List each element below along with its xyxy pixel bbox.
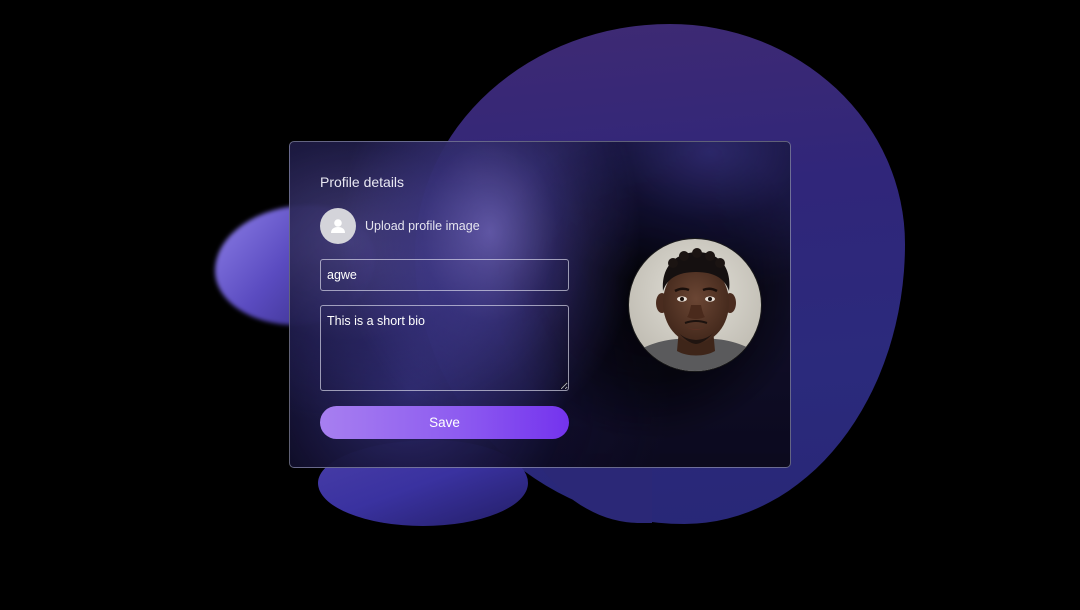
profile-photo-image xyxy=(629,239,761,371)
page-background: Profile details Upload profile image Thi… xyxy=(0,0,1080,610)
user-icon xyxy=(320,208,356,244)
save-button[interactable]: Save xyxy=(320,406,569,439)
upload-profile-image-button[interactable]: Upload profile image xyxy=(320,208,480,244)
profile-card: Profile details Upload profile image Thi… xyxy=(289,141,791,468)
card-title: Profile details xyxy=(320,174,405,190)
bio-textarea[interactable]: This is a short bio xyxy=(320,305,569,391)
user-icon-glyph xyxy=(331,219,345,233)
profile-photo xyxy=(628,238,762,372)
upload-label: Upload profile image xyxy=(365,219,480,233)
name-input[interactable] xyxy=(320,259,569,291)
